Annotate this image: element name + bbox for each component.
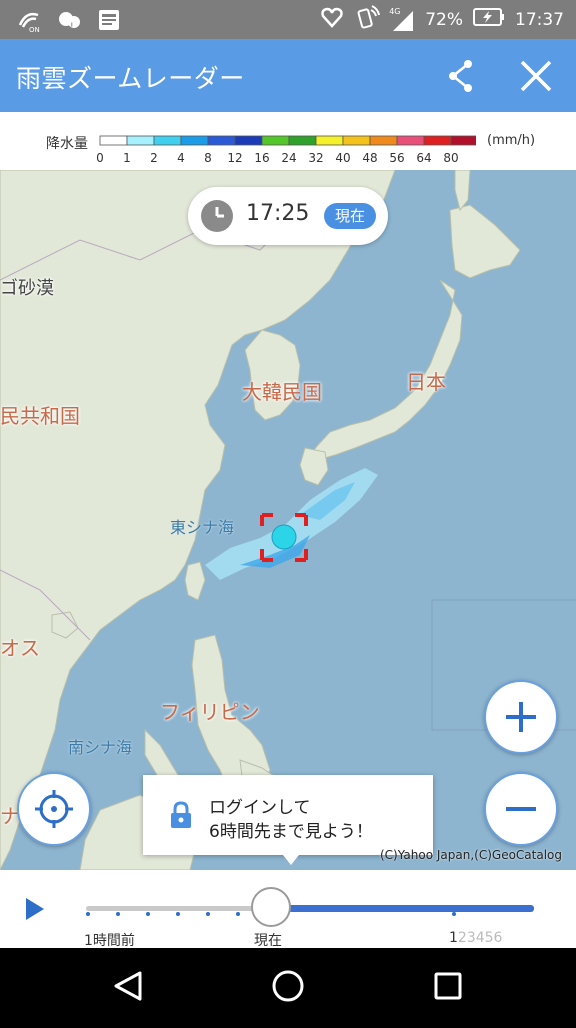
- timeline-bar: 1時間前 現在 123456: [0, 870, 576, 949]
- label-east-china-sea: 東シナ海: [170, 518, 235, 537]
- legend-tick-label: 4: [177, 151, 185, 165]
- timeline-future-track[interactable]: [272, 905, 534, 912]
- app-bar: 雨雲ズームレーダー: [0, 39, 576, 112]
- legend-tick-label: 32: [308, 151, 323, 165]
- zoom-out-button[interactable]: [484, 772, 558, 846]
- label-philippines: フィリピン: [160, 700, 260, 724]
- status-bar: ON ! 4G 72% 17:37: [0, 0, 576, 39]
- home-icon[interactable]: [272, 970, 304, 1002]
- label-south-china-sea: 南シナ海: [68, 738, 133, 757]
- legend-tick-label: 2: [150, 151, 158, 165]
- timeline-future-label: 123456: [449, 930, 503, 946]
- legend-swatch: [423, 135, 452, 146]
- map-canvas[interactable]: [0, 170, 576, 870]
- legend-swatch: [261, 135, 290, 146]
- timeline-now-label: 現在: [254, 933, 282, 949]
- legend-tick-label: 12: [227, 151, 242, 165]
- sakhalin: [454, 170, 471, 212]
- legend-swatch: [369, 135, 398, 146]
- legend-tick-label: 0: [96, 151, 104, 165]
- system-nav-bar: [0, 948, 576, 1024]
- lock-icon: [169, 801, 193, 829]
- legend-swatch: [396, 135, 425, 146]
- now-badge: 現在: [324, 203, 376, 229]
- legend-color-scale: 0 1 2 4 8 12 16 24 32 40 48 56 64 80: [96, 135, 476, 165]
- legend-swatch: [99, 135, 128, 146]
- app-title: 雨雲ズームレーダー: [16, 64, 245, 93]
- precipitation-legend: 降水量 0 1 2 4 8 12 16 24 32 40 48 56 64 80 (mm/h): [0, 112, 576, 171]
- label-gobi: ゴ砂漠: [0, 278, 54, 299]
- legend-tick-label: 80: [443, 151, 458, 165]
- crosshair-icon: [35, 790, 73, 828]
- legend-swatch: [234, 135, 263, 146]
- legend-tick-label: 40: [335, 151, 350, 165]
- label-korea: 大韓民国: [242, 380, 322, 404]
- label-laos: オス: [0, 636, 40, 660]
- battery-icon: [473, 7, 505, 32]
- legend-swatch: [342, 135, 371, 146]
- share-icon[interactable]: [440, 55, 482, 97]
- toast-pointer: [283, 855, 299, 865]
- radar-map[interactable]: ゴ砂漠 大韓民国 日本 民共和国 東シナ海 オス フィリピン 南シナ海 ナ: [0, 170, 576, 870]
- login-prompt-line1: ログインして: [209, 798, 311, 818]
- label-japan: 日本: [406, 370, 446, 394]
- minus-icon: [506, 807, 536, 811]
- legend-swatch: [450, 135, 476, 146]
- clock-icon: [200, 199, 234, 233]
- legend-swatch: [126, 135, 155, 146]
- plus-icon: [506, 702, 536, 732]
- legend-swatch: [288, 135, 317, 146]
- timeline-past-label: 1時間前: [84, 933, 135, 949]
- play-icon[interactable]: [26, 898, 44, 920]
- legend-tick-label: 48: [362, 151, 377, 165]
- map-copyright: (C)Yahoo Japan,(C)GeoCatalog: [380, 848, 563, 862]
- login-prompt[interactable]: ログインして 6時間先まで見よう！: [143, 775, 433, 865]
- taiwan: [184, 561, 206, 601]
- back-icon[interactable]: [114, 971, 142, 1001]
- korean-peninsula: [244, 329, 301, 421]
- my-location-button[interactable]: [17, 772, 91, 846]
- signal-icon: 4G: [389, 7, 415, 31]
- time-badge[interactable]: 17:25 現在: [188, 187, 388, 245]
- heart-signal-icon: [319, 4, 345, 35]
- radar-time: 17:25: [246, 201, 310, 226]
- clock-time: 17:37: [515, 9, 564, 30]
- zoom-in-button[interactable]: [484, 680, 558, 754]
- japan-hokkaido: [449, 204, 521, 279]
- legend-swatch: [207, 135, 236, 146]
- svg-text:ON: ON: [29, 26, 40, 33]
- japan-kyushu: [299, 447, 329, 486]
- legend-tick-label: 8: [204, 151, 212, 165]
- legend-label: 降水量: [46, 136, 88, 152]
- legend-tick-label: 16: [254, 151, 269, 165]
- legend-tick-label: 24: [281, 151, 296, 165]
- legend-unit: (mm/h): [487, 133, 536, 148]
- legend-tick-label: 64: [416, 151, 431, 165]
- legend-swatch: [153, 135, 182, 146]
- nfc-icon: ON: [16, 7, 42, 33]
- recent-apps-icon[interactable]: [434, 972, 462, 1000]
- calendar-icon: [96, 7, 122, 33]
- battery-percent: 72%: [425, 9, 463, 30]
- weather-alert-icon: !: [56, 7, 82, 33]
- svg-text:!: !: [70, 22, 74, 32]
- timeline-past-track[interactable]: [86, 906, 272, 911]
- timeline-slider-knob[interactable]: [251, 887, 291, 927]
- close-icon[interactable]: [515, 55, 557, 97]
- legend-swatch: [180, 135, 209, 146]
- label-china: 民共和国: [0, 404, 80, 428]
- legend-swatch: [315, 135, 344, 146]
- phone-wifi-icon: [355, 4, 381, 35]
- legend-tick-label: 1: [123, 151, 131, 165]
- legend-tick-label: 56: [389, 151, 404, 165]
- login-prompt-line2: 6時間先まで見よう！: [209, 822, 373, 842]
